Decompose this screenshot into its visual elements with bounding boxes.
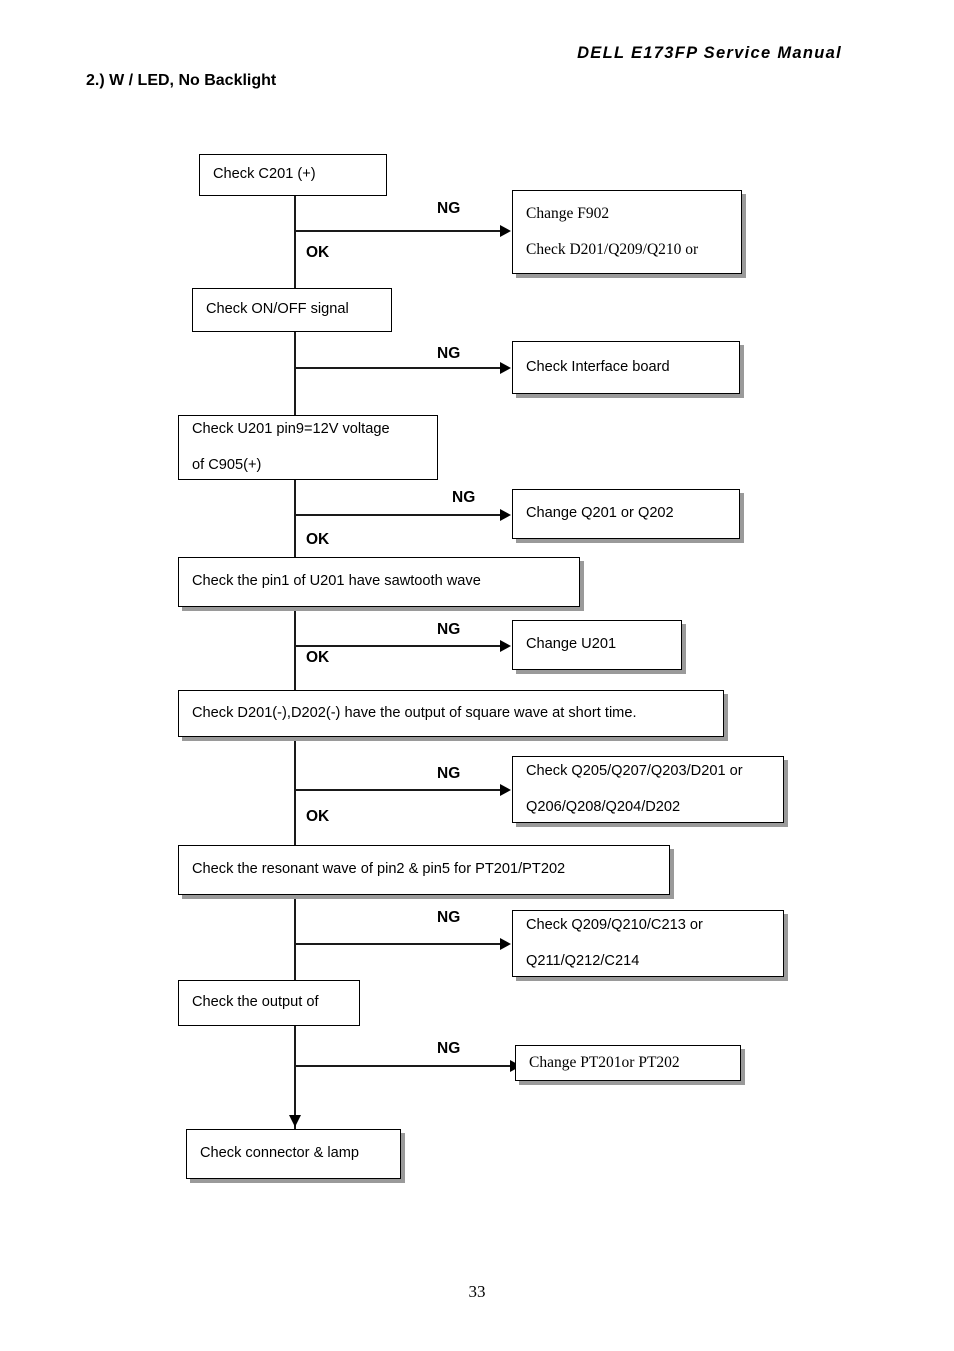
arrow-head-6 — [500, 938, 511, 950]
flow-node-check-pin1-sawtooth: Check the pin1 of U201 have sawtooth wav… — [178, 557, 580, 607]
flow-node-label-line1: Check Q209/Q210/C213 or — [526, 917, 703, 934]
flow-node-change-pt201-pt202: Change PT201or PT202 — [515, 1045, 741, 1081]
arrow-head-5 — [500, 784, 511, 796]
branch-label-ok-1: OK — [306, 244, 330, 261]
flow-node-check-c201: Check C201 (+) — [199, 154, 387, 196]
service-manual-page: DELL E173FP Service Manual 2.) W / LED, … — [0, 0, 954, 1351]
flow-node-label-line2: Q211/Q212/C214 — [526, 952, 640, 969]
branch-label-ng-6: NG — [437, 909, 461, 926]
flow-node-label: Check the output of — [192, 994, 319, 1011]
arrow-head-2 — [500, 362, 511, 374]
flow-node-label: Check C201 (+) — [213, 166, 316, 183]
flow-node-label: Change U201 — [526, 636, 617, 653]
flow-node-check-onoff-signal: Check ON/OFF signal — [192, 288, 392, 332]
flow-node-label: Check Interface board — [526, 358, 670, 375]
connector-hline-5 — [294, 789, 500, 791]
flow-node-change-q201-q202: Change Q201 or Q202 — [512, 489, 740, 539]
flow-node-label: Check the pin1 of U201 have sawtooth wav… — [192, 573, 481, 590]
flow-node-label-line2: of C905(+) — [192, 456, 262, 473]
connector-vline-5 — [294, 737, 296, 845]
flow-node-label: Check D201(-),D202(-) have the output of… — [192, 704, 637, 721]
page-title: 2.) W / LED, No Backlight — [86, 72, 277, 89]
branch-label-ng-2: NG — [437, 345, 461, 362]
manual-header-title: DELL E173FP Service Manual — [577, 44, 842, 62]
connector-hline-3 — [294, 514, 500, 516]
flow-node-change-f902: Change F902 Check D201/Q209/Q210 or — [512, 190, 742, 274]
flow-node-check-q209-group: Check Q209/Q210/C213 or Q211/Q212/C214 — [512, 910, 784, 977]
flow-node-label-line1: Check Q205/Q207/Q203/D201 or — [526, 763, 743, 780]
connector-vline-2 — [294, 332, 296, 415]
flow-node-label-line1: Check U201 pin9=12V voltage — [192, 421, 390, 438]
connector-hline-7 — [294, 1065, 510, 1067]
flow-node-label-line1: Change F902 — [526, 204, 610, 222]
arrow-head-3 — [500, 509, 511, 521]
flow-node-label-line2: Check D201/Q209/Q210 or — [526, 241, 699, 258]
arrow-head-4 — [500, 640, 511, 652]
connector-hline-4 — [294, 645, 500, 647]
flow-node-label: Check ON/OFF signal — [206, 301, 349, 318]
arrow-head-1 — [500, 225, 511, 237]
branch-label-ok-4: OK — [306, 649, 330, 666]
page-number: 33 — [468, 1282, 486, 1301]
connector-hline-2 — [294, 367, 500, 369]
connector-hline-6 — [294, 943, 500, 945]
branch-label-ng-7: NG — [437, 1040, 461, 1057]
flow-node-label-line2: Q206/Q208/Q204/D202 — [526, 798, 681, 815]
flow-node-check-connector-lamp: Check connector & lamp — [186, 1129, 401, 1179]
connector-vline-7 — [294, 1026, 296, 1129]
arrow-head-final-down — [289, 1115, 301, 1127]
connector-vline-4 — [294, 607, 296, 690]
flow-node-label: Check connector & lamp — [200, 1145, 359, 1162]
flow-node-label: Change PT201or PT202 — [529, 1053, 680, 1071]
connector-vline-3 — [294, 480, 296, 557]
branch-label-ng-1: NG — [437, 200, 461, 217]
branch-label-ok-3: OK — [306, 531, 330, 548]
flow-node-label: Change Q201 or Q202 — [526, 505, 674, 522]
flow-node-check-output-of: Check the output of — [178, 980, 360, 1026]
branch-label-ng-4: NG — [437, 621, 461, 638]
flow-node-check-d201-d202-square-wave: Check D201(-),D202(-) have the output of… — [178, 690, 724, 737]
flow-node-check-q205-group: Check Q205/Q207/Q203/D201 or Q206/Q208/Q… — [512, 756, 784, 823]
flow-node-check-u201-pin9: Check U201 pin9=12V voltage of C905(+) — [178, 415, 438, 480]
branch-label-ng-3: NG — [452, 489, 476, 506]
flow-node-label: Check the resonant wave of pin2 & pin5 f… — [192, 861, 566, 878]
flow-node-check-resonant-wave: Check the resonant wave of pin2 & pin5 f… — [178, 845, 670, 895]
connector-hline-1 — [294, 230, 500, 232]
branch-label-ng-5: NG — [437, 765, 461, 782]
branch-label-ok-5: OK — [306, 808, 330, 825]
connector-vline-1 — [294, 196, 296, 288]
flow-node-change-u201: Change U201 — [512, 620, 682, 670]
connector-vline-6 — [294, 895, 296, 980]
flow-node-check-interface-board: Check Interface board — [512, 341, 740, 394]
